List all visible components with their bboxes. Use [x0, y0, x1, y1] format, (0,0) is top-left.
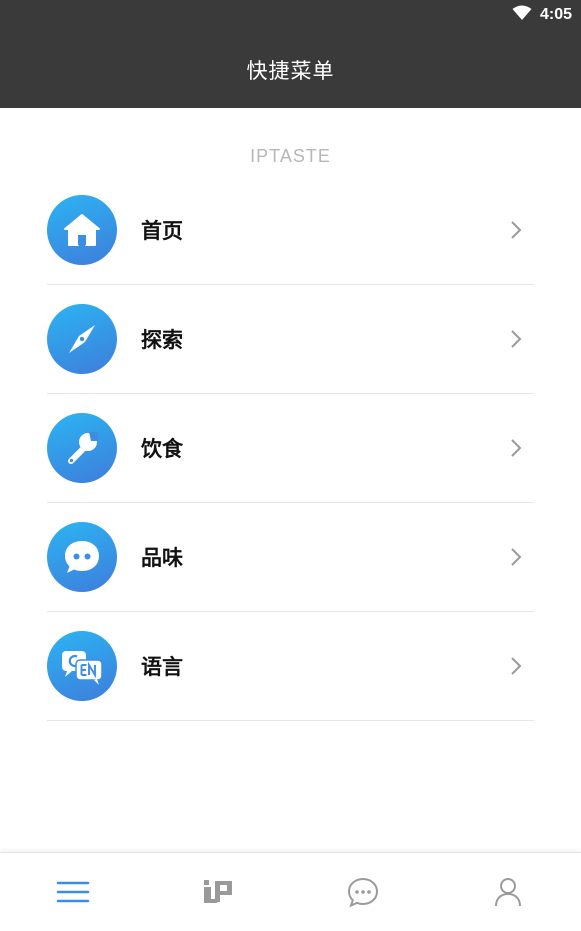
- status-time: 4:05: [539, 6, 572, 23]
- chat-face-icon: [47, 522, 117, 592]
- menu-item-explore[interactable]: 探索: [47, 285, 534, 394]
- nav-messages[interactable]: [291, 853, 436, 931]
- menu-item-diet[interactable]: 饮食: [47, 394, 534, 503]
- chevron-right-icon: [511, 657, 522, 675]
- nav-iptaste[interactable]: [145, 853, 290, 931]
- bottom-nav: [0, 852, 581, 931]
- page-title: 快捷菜单: [246, 60, 335, 83]
- menu-icon: [56, 881, 89, 903]
- menu-item-home[interactable]: 首页: [47, 176, 534, 285]
- message-icon: [348, 877, 379, 908]
- menu-item-taste[interactable]: 品味: [47, 503, 534, 612]
- chevron-right-icon: [511, 330, 522, 348]
- status-right: 4:05: [512, 4, 572, 26]
- menu-item-language[interactable]: 语言: [47, 612, 534, 721]
- menu-item-label: 首页: [141, 219, 183, 243]
- profile-icon: [495, 878, 522, 907]
- home-icon: [47, 195, 117, 265]
- chevron-right-icon: [511, 221, 522, 239]
- wifi-icon: [512, 5, 532, 26]
- menu-item-label: 探索: [141, 328, 183, 352]
- status-bar: 4:05: [0, 0, 581, 32]
- app-bar: 快捷菜单: [0, 32, 581, 108]
- chevron-right-icon: [511, 548, 522, 566]
- section-title: IPTASTE: [250, 146, 331, 166]
- menu-item-label: 语言: [141, 655, 183, 679]
- nav-menu[interactable]: [0, 853, 145, 931]
- chevron-right-icon: [511, 439, 522, 457]
- ip-logo-icon: [203, 880, 232, 903]
- compass-icon: [47, 304, 117, 374]
- quick-menu-list: 首页 探索 饮食 品味 语言: [47, 176, 534, 721]
- menu-item-label: 饮食: [141, 437, 183, 461]
- menu-item-label: 品味: [141, 546, 183, 570]
- language-cn-en-icon: [47, 631, 117, 701]
- wrench-icon: [47, 413, 117, 483]
- nav-profile[interactable]: [436, 853, 581, 931]
